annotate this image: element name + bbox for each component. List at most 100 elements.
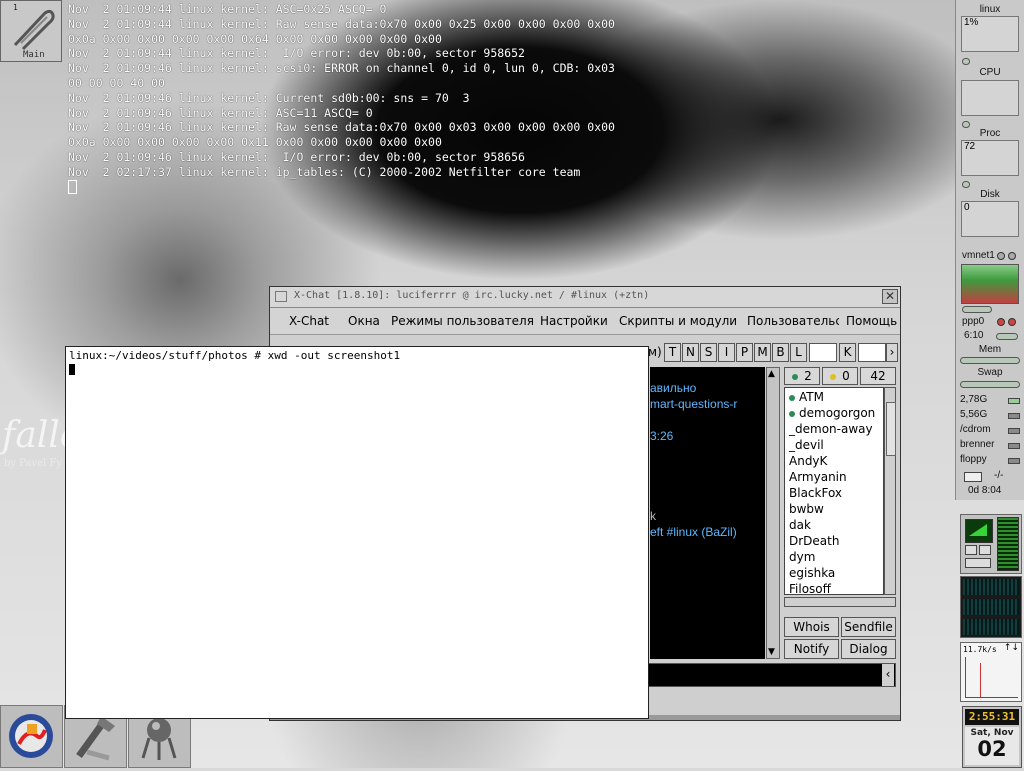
userlist-scrollbar[interactable]: [884, 387, 896, 595]
root-log-line: Nov 2 02:17:37 linux kernel: ip_tables: …: [68, 164, 581, 179]
mixer-dockapp[interactable]: [960, 514, 1022, 574]
chat-line-5: eft #linux (BaZil): [650, 525, 737, 539]
scroll-down-icon[interactable]: ▼: [768, 647, 775, 657]
chat-line-3: 3:26: [650, 429, 674, 443]
chat-input[interactable]: ‹: [648, 663, 896, 687]
xterm-window[interactable]: linux:~/videos/stuff/photos # xwd -out s…: [65, 346, 649, 719]
clock-date: Sat, Nov 02: [965, 727, 1019, 765]
chat-text-area[interactable]: авильно mart-questions-r 3:26 k eft #lin…: [650, 367, 765, 659]
user-list-item[interactable]: dak: [789, 518, 811, 532]
text-cursor: [69, 364, 75, 375]
chevron-left-icon[interactable]: ‹: [882, 664, 894, 686]
user-list-item[interactable]: demogorgon: [789, 406, 875, 420]
mount-row-4[interactable]: brenner: [960, 439, 994, 450]
scroll-up-icon[interactable]: ▲: [768, 369, 775, 379]
menu-scripts[interactable]: Скрипты и модули: [619, 314, 737, 328]
chat-scrollbar[interactable]: ▲ ▼: [766, 367, 780, 659]
limit-field[interactable]: [809, 343, 837, 362]
dock-tile-suse[interactable]: [0, 705, 63, 768]
net-traffic-graph[interactable]: [961, 264, 1019, 304]
monitor-host-label: linux: [979, 4, 1001, 15]
user-panel: 2 0 42 ATM demogorgon _demon-away _devil And…: [784, 367, 898, 659]
root-log-line: Nov 2 01:09:46 linux kernel: Current sd0…: [68, 90, 470, 105]
mixer-level[interactable]: [997, 517, 1019, 571]
user-list[interactable]: ATM demogorgon _demon-away _devil AndyK Armya…: [784, 387, 884, 595]
mixer-prev-button[interactable]: [965, 545, 977, 555]
proc-led: [962, 121, 970, 128]
user-list-item[interactable]: _demon-away: [789, 422, 873, 436]
workspace-pager[interactable]: 1 Main: [0, 0, 62, 62]
console-cursor: [68, 179, 77, 194]
user-nick: dak: [789, 518, 811, 532]
menu-xchat[interactable]: X-Chat: [289, 314, 329, 328]
user-nick: Armyanin: [789, 470, 847, 484]
disk-value: 0: [964, 202, 970, 213]
root-log-line: Nov 2 01:09:44 linux kernel: I/O error: …: [68, 46, 525, 61]
menu-user[interactable]: Пользовательс: [747, 314, 839, 328]
root-log-line: Nov 2 01:09:46 linux kernel: I/O error: …: [68, 149, 525, 164]
mode-button-b[interactable]: B: [772, 343, 789, 362]
notify-button[interactable]: Notify: [784, 639, 839, 659]
mode-button-n[interactable]: N: [682, 343, 699, 362]
root-log-line: Nov 2 01:09:44 linux kernel: Raw sense d…: [68, 16, 615, 31]
user-list-item[interactable]: egishka: [789, 566, 835, 580]
mixer-channel-button[interactable]: [965, 558, 991, 568]
mount-row-3[interactable]: /cdrom: [960, 424, 991, 435]
key-field[interactable]: [858, 343, 886, 362]
voice-count-value: 0: [842, 369, 850, 383]
window-menu-icon[interactable]: [275, 291, 287, 302]
volume-icon[interactable]: [965, 519, 993, 543]
close-icon[interactable]: ✕: [882, 289, 898, 304]
chevron-right-icon[interactable]: ›: [886, 343, 898, 362]
user-list-item[interactable]: dym: [789, 550, 815, 564]
mode-button-m[interactable]: M: [754, 343, 771, 362]
user-list-item[interactable]: _devil: [789, 438, 824, 452]
dock-meter-1: [963, 579, 1019, 595]
cpu-load-graph[interactable]: [961, 80, 1019, 116]
suse-logo-icon: [9, 714, 53, 758]
total-count: 42: [860, 367, 896, 385]
chat-line-1: авильно: [650, 381, 697, 395]
mail-icon[interactable]: [964, 472, 982, 482]
menu-help[interactable]: Помощь: [846, 314, 897, 328]
system-monitor-dock: linux 1% CPU Proc 72 Disk 0 vmnet1 ppp0 …: [955, 0, 1024, 500]
proc-graph[interactable]: 72: [961, 140, 1019, 176]
shell-prompt-line: linux:~/videos/stuff/photos # xwd -out s…: [69, 349, 401, 362]
user-list-item[interactable]: Filosoff: [789, 582, 831, 595]
dialog-button[interactable]: Dialog: [841, 639, 896, 659]
xchat-titlebar[interactable]: X-Chat [1.8.10]: luciferrrr @ irc.lucky.…: [270, 287, 900, 308]
user-list-item[interactable]: BlackFox: [789, 486, 842, 500]
mode-button-i[interactable]: I: [718, 343, 735, 362]
user-nick: Filosoff: [789, 582, 831, 595]
user-list-item[interactable]: ATM: [789, 390, 824, 404]
user-list-item[interactable]: DrDeath: [789, 534, 839, 548]
cpu-label: CPU: [979, 67, 1001, 78]
menu-user-modes[interactable]: Режимы пользователя: [391, 314, 534, 328]
menu-windows[interactable]: Окна: [348, 314, 380, 328]
user-list-item[interactable]: AndyK: [789, 454, 827, 468]
root-log-line: Nov 2 01:09:46 linux kernel: ASC=11 ASCQ…: [68, 105, 373, 120]
mode-button-k[interactable]: K: [839, 343, 856, 362]
clock-dockapp[interactable]: 2:55:31 Sat, Nov 02: [962, 706, 1022, 768]
user-list-item[interactable]: Armyanin: [789, 470, 847, 484]
mode-button-l[interactable]: L: [790, 343, 807, 362]
netspeed-dockapp[interactable]: 11.7k/s ↑↓: [960, 642, 1022, 702]
root-log-line: Nov 2 01:09:44 linux kernel: ASC=0x25 AS…: [68, 2, 387, 16]
user-list-item[interactable]: bwbw: [789, 502, 824, 516]
sendfile-button[interactable]: Sendfile: [841, 617, 896, 637]
mixer-next-button[interactable]: [979, 545, 991, 555]
mode-button-t[interactable]: T: [664, 343, 681, 362]
mount-row-5[interactable]: floppy: [960, 454, 987, 465]
user-nick: demogorgon: [799, 406, 876, 420]
menu-settings[interactable]: Настройки: [540, 314, 608, 328]
cpu-dockapp[interactable]: [960, 576, 1022, 638]
cpu-graph[interactable]: 1%: [961, 16, 1019, 52]
disk-label: Disk: [980, 189, 1000, 200]
mode-button-s[interactable]: S: [700, 343, 717, 362]
ppp-connect-button[interactable]: [996, 333, 1018, 340]
userlist-thumb[interactable]: [886, 402, 896, 456]
disk-graph[interactable]: 0: [961, 201, 1019, 237]
mode-button-p[interactable]: P: [736, 343, 753, 362]
whois-button[interactable]: Whois: [784, 617, 839, 637]
userlist-hscroll[interactable]: [784, 597, 896, 607]
